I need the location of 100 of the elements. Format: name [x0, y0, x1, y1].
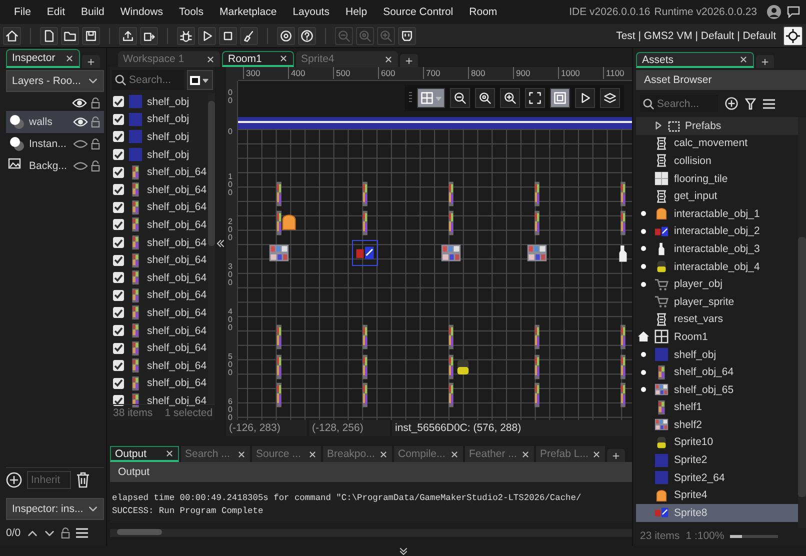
- close-icon[interactable]: [206, 54, 215, 64]
- checkbox[interactable]: [113, 166, 124, 178]
- eye-outline-icon[interactable]: [73, 161, 88, 171]
- close-icon[interactable]: [237, 450, 246, 458]
- asset-row[interactable]: interactable_obj_4: [636, 258, 798, 276]
- close-icon[interactable]: [279, 54, 288, 63]
- chevron-down-icon[interactable]: [88, 76, 98, 86]
- padlock-icon[interactable]: [60, 527, 70, 539]
- add-icon[interactable]: [725, 97, 738, 110]
- room-tool-button[interactable]: [525, 88, 545, 108]
- plus-icon[interactable]: [87, 58, 96, 66]
- room-tool-button[interactable]: [450, 88, 470, 108]
- search-field[interactable]: Search...: [640, 95, 718, 112]
- chevron-down-icon[interactable]: [88, 504, 98, 514]
- padlock-icon[interactable]: [91, 97, 100, 109]
- menu-item[interactable]: Source Control: [375, 6, 462, 18]
- menu-item[interactable]: Room: [461, 6, 506, 18]
- caret-icon[interactable]: [202, 76, 209, 84]
- menu-item[interactable]: Layouts: [284, 6, 338, 18]
- zoom-slider[interactable]: [730, 534, 778, 538]
- close-icon[interactable]: [308, 450, 317, 458]
- add-tab-button[interactable]: [82, 55, 100, 68]
- folder-row[interactable]: Prefabs: [636, 117, 798, 135]
- add-icon[interactable]: [6, 472, 22, 488]
- room-tool-button[interactable]: [600, 88, 620, 108]
- toolbar-button[interactable]: [119, 26, 137, 44]
- toolbar-button[interactable]: [277, 26, 295, 44]
- search-field[interactable]: Search...: [112, 70, 184, 90]
- toolbar-button[interactable]: [198, 26, 216, 44]
- menu-item[interactable]: Marketplace: [212, 6, 285, 18]
- instance-row[interactable]: shelf_obj_64: [110, 322, 208, 340]
- menu-item[interactable]: Edit: [38, 6, 74, 18]
- avatar-icon[interactable]: [767, 5, 781, 19]
- room-tool-button[interactable]: [417, 88, 445, 108]
- instance-row[interactable]: shelf_obj: [110, 93, 208, 111]
- collapse-icon[interactable]: [216, 239, 225, 248]
- add-tab-button[interactable]: [607, 449, 625, 462]
- checkbox[interactable]: [113, 290, 124, 301]
- plus-icon[interactable]: [612, 452, 620, 460]
- plus-icon[interactable]: [405, 56, 413, 64]
- checkbox[interactable]: [113, 149, 124, 160]
- add-tab-button[interactable]: [756, 55, 774, 68]
- checkbox[interactable]: [113, 96, 124, 108]
- padlock-icon[interactable]: [91, 160, 100, 172]
- instance-row[interactable]: shelf_obj_64: [110, 339, 208, 357]
- toolbar-button[interactable]: [398, 26, 416, 44]
- plus-icon[interactable]: [761, 58, 769, 66]
- target-settings[interactable]: Test | GMS2 VM | Default | Default: [616, 30, 776, 42]
- asset-row[interactable]: shelf_obj_64: [636, 363, 798, 381]
- menu-item[interactable]: Windows: [112, 6, 171, 18]
- asset-row[interactable]: shelf_obj: [636, 346, 798, 364]
- asset-row[interactable]: Sprite4: [636, 486, 798, 504]
- close-icon[interactable]: [384, 54, 393, 64]
- menu-item[interactable]: File: [6, 6, 39, 18]
- toolbar-button[interactable]: [298, 26, 316, 44]
- checkbox[interactable]: [113, 325, 124, 336]
- eye-outline-icon[interactable]: [73, 139, 88, 149]
- menu-icon[interactable]: [763, 98, 775, 108]
- filter-icon[interactable]: [745, 98, 756, 110]
- room-tool-button[interactable]: [550, 88, 570, 108]
- asset-row[interactable]: interactable_obj_3: [636, 240, 798, 258]
- toolbar-button[interactable]: [140, 26, 158, 44]
- checkbox[interactable]: [113, 378, 124, 389]
- asset-row[interactable]: shelf2: [636, 416, 798, 434]
- close-icon[interactable]: [379, 450, 388, 458]
- eye-icon[interactable]: [73, 117, 88, 127]
- checkbox[interactable]: [113, 360, 124, 372]
- instance-row[interactable]: shelf_obj_64: [110, 234, 208, 252]
- toolbar-button[interactable]: [240, 26, 258, 44]
- padlock-icon[interactable]: [91, 138, 100, 150]
- checkbox[interactable]: [113, 202, 124, 213]
- checkbox[interactable]: [113, 307, 124, 318]
- asset-row[interactable]: interactable_obj_2: [636, 222, 798, 240]
- instance-row[interactable]: shelf_obj_64: [110, 180, 208, 199]
- scrollbar[interactable]: [110, 529, 632, 537]
- document-tab[interactable]: Room1: [222, 51, 294, 67]
- checkbox[interactable]: [113, 237, 124, 248]
- instance-row[interactable]: shelf_obj: [110, 146, 208, 164]
- scrollbar[interactable]: [798, 117, 806, 528]
- room-canvas[interactable]: 300 400 500 600 700 800 900 1000 1100 00 0 100 200 300 400 500 600: [226, 67, 632, 420]
- asset-row[interactable]: calc_movement: [636, 134, 798, 152]
- asset-row[interactable]: Sprite2_64: [636, 468, 798, 486]
- asset-row[interactable]: interactable_obj_1: [636, 204, 798, 223]
- asset-row[interactable]: get_input: [636, 187, 798, 205]
- room-tool-button[interactable]: [575, 88, 595, 108]
- asset-row[interactable]: player_sprite: [636, 292, 798, 311]
- toolbar-button[interactable]: [82, 26, 100, 44]
- asset-row[interactable]: Sprite8: [636, 504, 798, 522]
- asset-row[interactable]: player_obj: [636, 275, 798, 293]
- close-icon[interactable]: [739, 55, 748, 64]
- instance-row[interactable]: shelf_obj: [110, 128, 208, 146]
- instance-row[interactable]: shelf_obj_64: [110, 216, 208, 234]
- asset-row[interactable]: Room1: [636, 328, 798, 346]
- trash-icon[interactable]: [76, 472, 90, 488]
- instance-row[interactable]: shelf_obj_64: [110, 356, 208, 374]
- asset-row[interactable]: flooring_tile: [636, 170, 798, 188]
- instance-row[interactable]: shelf_obj_64: [110, 198, 208, 216]
- asset-row[interactable]: Sprite10: [636, 434, 798, 452]
- menu-item[interactable]: Tools: [170, 6, 212, 18]
- add-tab-button[interactable]: [400, 54, 418, 67]
